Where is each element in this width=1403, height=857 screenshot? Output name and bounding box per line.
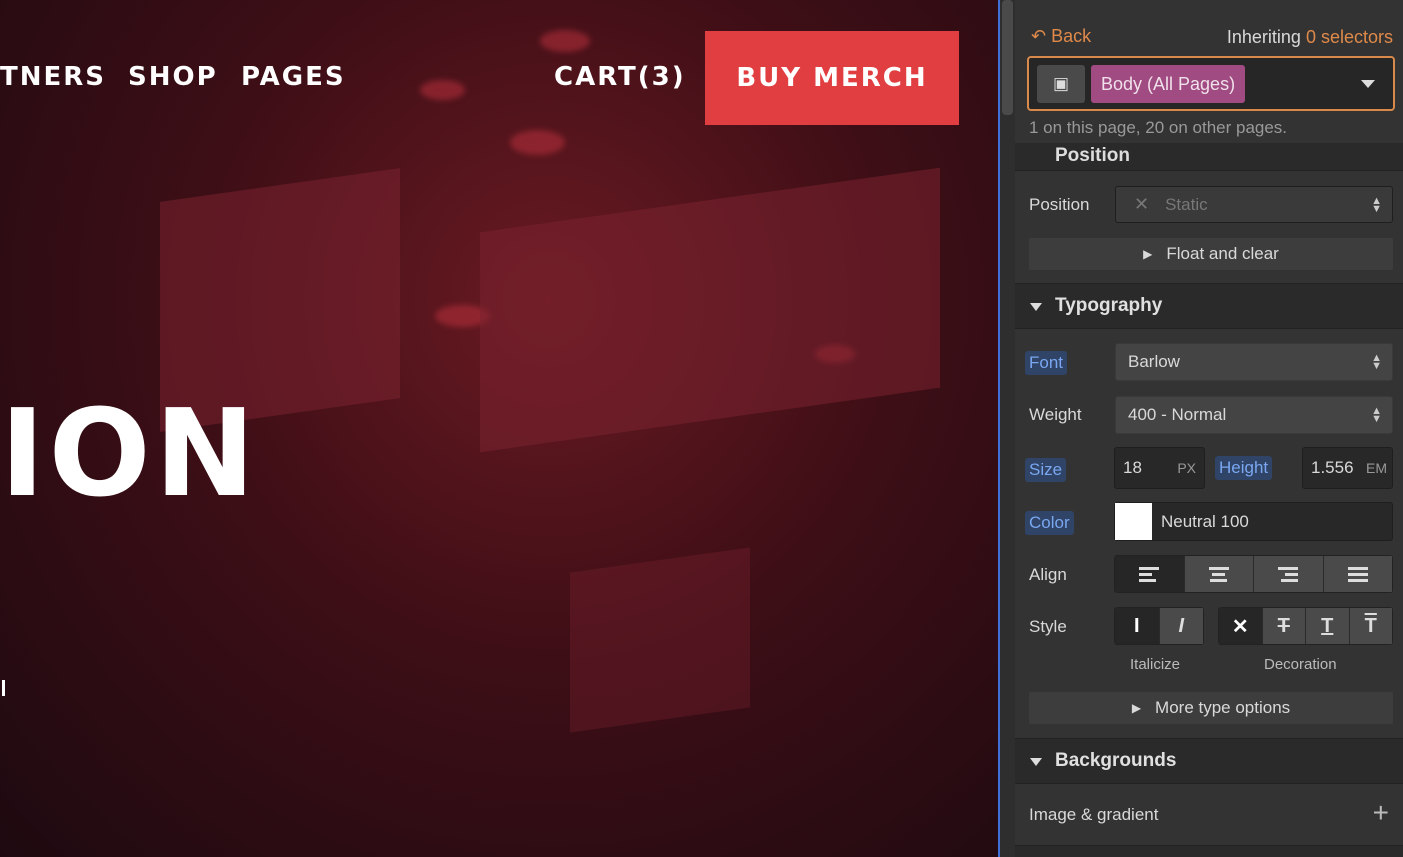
size-value: 18 <box>1123 458 1142 477</box>
color-input[interactable]: Neutral 100 <box>1114 502 1393 541</box>
weight-label: Weight <box>1029 405 1082 424</box>
align-left-button[interactable] <box>1115 556 1184 592</box>
select-arrows-icon: ▲ ▼ <box>1371 194 1382 215</box>
more-type-options-toggle[interactable]: ▶ More type options <box>1029 692 1393 724</box>
decoration-control: ✕ T T T <box>1218 607 1393 645</box>
bg-console <box>570 547 750 733</box>
caret-right-icon: ▶ <box>1143 247 1153 261</box>
font-select[interactable]: Barlow ▲ ▼ <box>1115 343 1393 381</box>
overline-button[interactable]: T <box>1348 608 1392 644</box>
style-panel: ↶ Back Inheriting 0 selectors ▣ Body (Al… <box>1015 0 1403 857</box>
size-input[interactable]: 18 PX <box>1114 447 1205 489</box>
align-justify-icon <box>1347 566 1368 582</box>
backgrounds-section-header[interactable]: Backgrounds <box>1015 738 1403 784</box>
italicize-control: I I <box>1114 607 1204 645</box>
font-label: Font <box>1025 351 1068 375</box>
scrollbar-thumb[interactable] <box>1002 0 1013 115</box>
clear-icon: ✕ <box>1134 194 1150 214</box>
select-arrows-icon: ▲ ▼ <box>1371 352 1382 372</box>
font-value: Barlow <box>1128 352 1180 371</box>
align-justify-button[interactable] <box>1322 556 1392 592</box>
selector-tag[interactable]: Body (All Pages) <box>1091 65 1246 103</box>
bg-light <box>510 130 565 155</box>
italicize-caption: Italicize <box>1130 656 1181 673</box>
align-control <box>1114 555 1393 593</box>
bg-screen <box>480 167 940 453</box>
decoration-caption: Decoration <box>1264 656 1337 673</box>
nav-link-partners[interactable]: TNERS <box>0 62 106 92</box>
back-arrow-icon: ↶ <box>1031 26 1047 46</box>
line-height-unit[interactable]: EM <box>1366 460 1387 476</box>
size-unit[interactable]: PX <box>1177 460 1196 476</box>
caret-down-icon <box>1030 303 1042 311</box>
back-button[interactable]: ↶ Back <box>1031 26 1091 47</box>
style-label: Style <box>1029 617 1067 636</box>
overline-icon: T <box>1364 614 1377 637</box>
partial-glyph <box>0 680 5 696</box>
position-value: Static <box>1165 194 1208 214</box>
align-center-button[interactable] <box>1183 556 1253 592</box>
position-select[interactable]: ✕ Static ▲ ▼ <box>1115 186 1393 223</box>
backgrounds-title: Backgrounds <box>1055 750 1177 771</box>
align-left-icon <box>1139 566 1160 582</box>
float-clear-label: Float and clear <box>1166 244 1279 263</box>
line-height-input[interactable]: 1.556 EM <box>1302 447 1393 489</box>
chevron-down-icon[interactable] <box>1361 80 1375 88</box>
selector-usage-info: 1 on this page, 20 on other pages. <box>1029 118 1288 137</box>
align-center-icon <box>1208 566 1229 582</box>
no-decoration-button[interactable]: ✕ <box>1219 608 1262 644</box>
typography-title: Typography <box>1055 295 1163 316</box>
element-type-icon: ▣ <box>1037 65 1085 103</box>
inheriting-label: Inheriting <box>1226 27 1301 47</box>
regular-button[interactable]: I <box>1115 608 1159 644</box>
caret-right-icon: ▶ <box>1131 701 1142 715</box>
position-label: Position <box>1029 195 1090 214</box>
bg-light <box>540 30 590 52</box>
image-gradient-label: Image & gradient <box>1029 805 1159 824</box>
underline-icon: T <box>1321 614 1334 637</box>
float-clear-toggle[interactable]: ▶ Float and clear <box>1029 238 1393 270</box>
align-right-button[interactable] <box>1253 556 1323 592</box>
bg-light <box>420 80 465 100</box>
design-canvas[interactable]: TNERS SHOP PAGES CART(3) BUY MERCH ION <box>0 0 998 857</box>
italic-button[interactable]: I <box>1158 608 1203 644</box>
typography-section-header[interactable]: Typography <box>1015 283 1403 329</box>
position-section-title: Position <box>1055 145 1130 166</box>
strikethrough-icon: T <box>1277 614 1290 637</box>
line-height-value: 1.556 <box>1311 458 1354 477</box>
weight-select[interactable]: 400 - Normal ▲ ▼ <box>1115 396 1393 434</box>
underline-button[interactable]: T <box>1305 608 1349 644</box>
nav-link-pages[interactable]: PAGES <box>241 62 346 92</box>
height-label: Height <box>1215 456 1273 480</box>
select-arrows-icon: ▲ ▼ <box>1371 405 1382 425</box>
italic-icon: I <box>1178 614 1185 637</box>
buy-merch-button[interactable]: BUY MERCH <box>705 31 959 125</box>
color-label: Color <box>1025 511 1074 535</box>
more-type-options-label: More type options <box>1155 698 1291 717</box>
regular-icon: I <box>1133 614 1140 637</box>
back-label: Back <box>1051 26 1092 46</box>
none-icon: ✕ <box>1231 615 1249 638</box>
position-section-header[interactable]: Position <box>1015 143 1403 171</box>
align-label: Align <box>1029 565 1067 584</box>
canvas-scrollbar[interactable] <box>1000 0 1015 857</box>
next-section-header[interactable] <box>1015 845 1403 857</box>
align-right-icon <box>1278 566 1299 582</box>
weight-value: 400 - Normal <box>1128 405 1227 424</box>
size-label: Size <box>1025 458 1067 482</box>
selector-field[interactable]: ▣ Body (All Pages) <box>1027 56 1395 111</box>
strikethrough-button[interactable]: T <box>1261 608 1305 644</box>
add-icon[interactable]: + <box>1373 797 1389 829</box>
color-value: Neutral 100 <box>1161 511 1249 531</box>
hero-heading: ION <box>0 385 260 524</box>
caret-down-icon <box>1030 758 1042 766</box>
selectors-count-link[interactable]: 0 selectors <box>1306 27 1393 47</box>
inheriting-info: Inheriting 0 selectors <box>1227 27 1393 48</box>
color-swatch[interactable] <box>1115 503 1152 540</box>
nav-link-cart[interactable]: CART(3) <box>554 62 686 92</box>
nav-link-shop[interactable]: SHOP <box>128 62 218 92</box>
